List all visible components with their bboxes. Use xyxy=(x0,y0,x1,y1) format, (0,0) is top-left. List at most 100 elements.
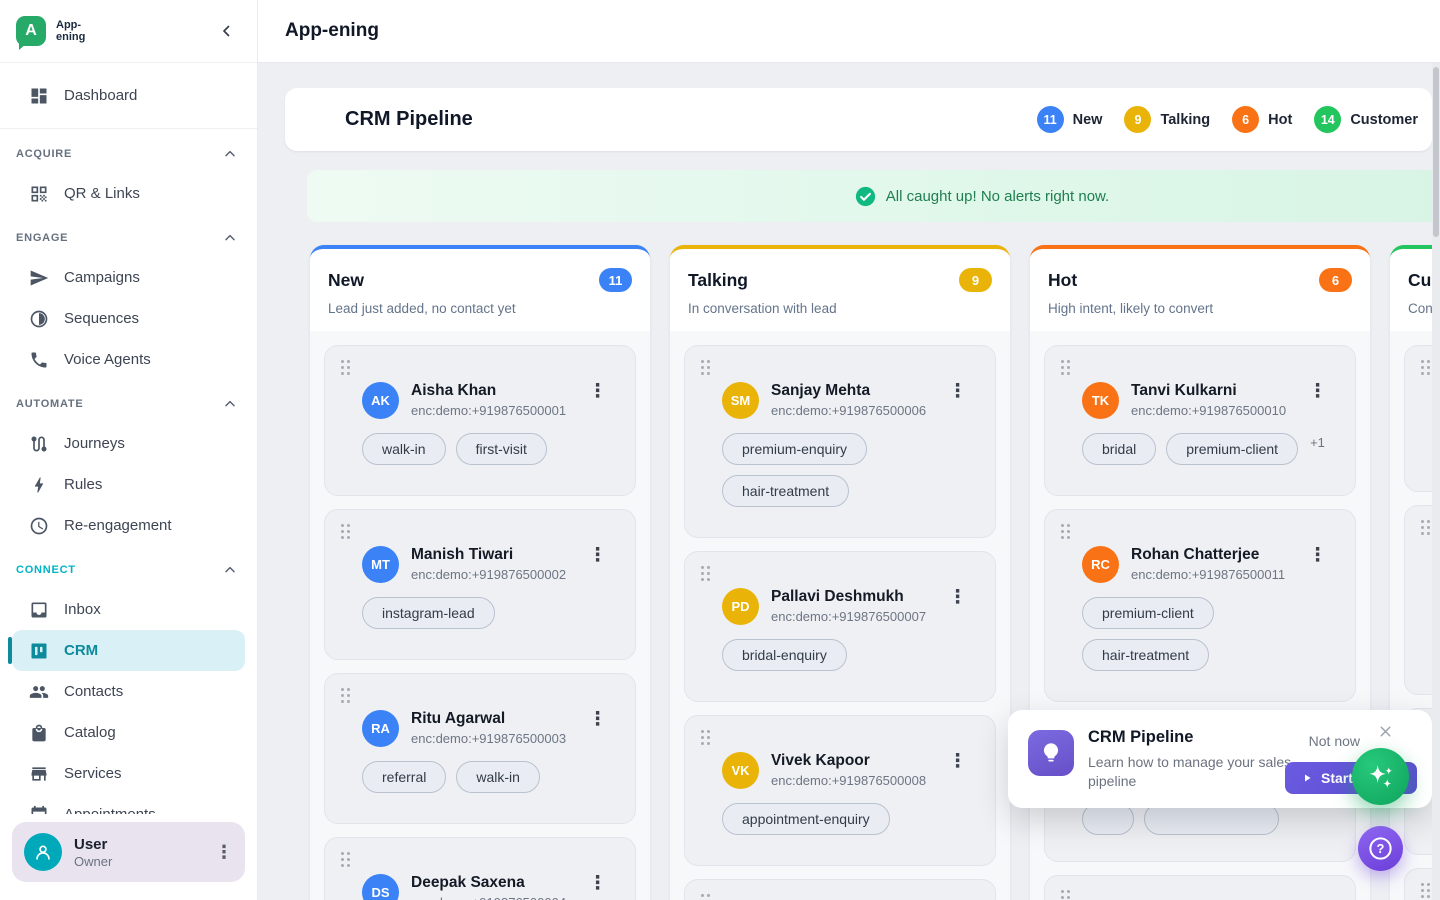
lead-card[interactable]: RA Ritu Agarwal enc:demo:+919876500003 ⋮ ref… xyxy=(324,673,636,824)
sidebar-item-journeys[interactable]: Journeys xyxy=(12,423,245,464)
drag-handle-icon[interactable] xyxy=(341,852,619,868)
kebab-menu-icon[interactable]: ⋮ xyxy=(1308,546,1327,565)
tag-pill[interactable]: bridal-enquiry xyxy=(722,639,847,671)
sidebar-item-label: Dashboard xyxy=(64,87,137,104)
pipeline-stat-hot: 6Hot xyxy=(1232,106,1292,133)
avatar: RA xyxy=(362,710,399,747)
sidebar-item-sequences[interactable]: Sequences xyxy=(12,298,245,339)
lead-card[interactable]: Nandini Shetty⋮ xyxy=(684,879,996,900)
lead-card[interactable]: TKTanvi Kulkarnienc:demo:+919876500010⋮b… xyxy=(1044,345,1356,496)
sidebar-item-contacts[interactable]: Contacts xyxy=(12,671,245,712)
drag-handle-icon[interactable] xyxy=(701,360,979,376)
lead-name: Rohan Chatterjee xyxy=(1131,546,1285,564)
tag-pill[interactable]: first-visit xyxy=(456,433,547,465)
sidebar-footer: User Owner ⋮ xyxy=(0,814,257,900)
pipeline-stat-customer: 14Customer xyxy=(1314,106,1418,133)
drag-handle-icon[interactable] xyxy=(341,360,619,376)
drag-handle-icon[interactable] xyxy=(1061,360,1339,376)
user-panel[interactable]: User Owner ⋮ xyxy=(12,822,245,882)
help-fab[interactable]: ? xyxy=(1358,826,1403,871)
sidebar-item-label: QR & Links xyxy=(64,185,140,202)
stat-label: Hot xyxy=(1268,112,1292,128)
vertical-scrollbar[interactable] xyxy=(1432,63,1440,900)
close-icon[interactable] xyxy=(1377,723,1394,740)
sidebar-item-services[interactable]: Services xyxy=(12,753,245,794)
section-label: ACQUIRE xyxy=(16,148,72,160)
sidebar-item-re-engagement[interactable]: Re-engagement xyxy=(12,505,245,546)
kebab-menu-icon[interactable]: ⋮ xyxy=(215,842,233,863)
drag-handle-icon[interactable] xyxy=(341,688,619,704)
sidebar-item-rules[interactable]: Rules xyxy=(12,464,245,505)
drag-handle-icon[interactable] xyxy=(1061,890,1339,900)
drag-handle-icon[interactable] xyxy=(1061,524,1339,540)
tag-pill[interactable]: walk-in xyxy=(456,761,540,793)
tag-pill[interactable]: hair-treatment xyxy=(722,475,849,507)
tag-pill[interactable]: premium-client xyxy=(1166,433,1298,465)
kebab-menu-icon[interactable]: ⋮ xyxy=(948,588,967,607)
kanban-icon xyxy=(29,641,49,661)
sidebar-item-voice-agents[interactable]: Voice Agents xyxy=(12,339,245,380)
tag-pill[interactable]: referral xyxy=(362,761,446,793)
sidebar-item-appointments[interactable]: Appointments xyxy=(12,794,245,814)
phone-icon xyxy=(29,350,49,370)
sidebar-item-inbox[interactable]: Inbox xyxy=(12,589,245,630)
lead-name: Ritu Agarwal xyxy=(411,710,566,728)
kebab-menu-icon[interactable]: ⋮ xyxy=(948,382,967,401)
question-mark-icon: ? xyxy=(1367,835,1394,862)
drag-handle-icon[interactable] xyxy=(701,566,979,582)
sidebar-item-qr-links[interactable]: QR & Links xyxy=(12,173,245,214)
lead-card[interactable]: PDPallavi Deshmukhenc:demo:+919876500007… xyxy=(684,551,996,702)
tag-pill[interactable]: instagram-lead xyxy=(362,597,495,629)
tag-list: instagram-lead xyxy=(362,597,605,629)
tag-pill[interactable]: premium-enquiry xyxy=(722,433,867,465)
sidebar-collapse-button[interactable] xyxy=(213,17,241,45)
sidebar-item-catalog[interactable]: Catalog xyxy=(12,712,245,753)
sidebar-logo-row: A App- ening xyxy=(0,0,257,63)
kebab-menu-icon[interactable]: ⋮ xyxy=(588,874,607,893)
lead-card[interactable]: RCRohan Chatterjeeenc:demo:+919876500011… xyxy=(1044,509,1356,702)
kebab-menu-icon[interactable]: ⋮ xyxy=(588,546,607,565)
sidebar-item-crm[interactable]: CRM xyxy=(12,630,245,671)
sidebar-section-engage[interactable]: ENGAGE xyxy=(0,219,257,257)
lead-phone: enc:demo:+919876500011 xyxy=(1131,567,1285,582)
sidebar-item-dashboard[interactable]: Dashboard xyxy=(12,75,245,116)
alert-text: All caught up! No alerts right now. xyxy=(886,188,1109,205)
lead-card[interactable]: SMSanjay Mehtaenc:demo:+919876500006⋮pre… xyxy=(684,345,996,538)
kebab-menu-icon[interactable]: ⋮ xyxy=(948,752,967,771)
sidebar-section-acquire[interactable]: ACQUIRE xyxy=(0,135,257,173)
kebab-menu-icon[interactable]: ⋮ xyxy=(588,710,607,729)
lead-card[interactable]: DSDeepak Saxenaenc:demo:+919876500004⋮ xyxy=(324,837,636,900)
tag-pill[interactable]: appointment-enquiry xyxy=(722,803,890,835)
tag-list: appointment-enquiry xyxy=(722,803,965,835)
sidebar-section-automate[interactable]: AUTOMATE xyxy=(0,385,257,423)
lead-phone: enc:demo:+919876500006 xyxy=(771,403,926,418)
tag-pill[interactable]: premium-client xyxy=(1082,597,1214,629)
drag-handle-icon[interactable] xyxy=(701,730,979,746)
sidebar-item-label: Contacts xyxy=(64,683,123,700)
sidebar-section-connect[interactable]: CONNECT xyxy=(0,551,257,589)
not-now-button[interactable]: Not now xyxy=(1309,733,1360,749)
avatar: SM xyxy=(722,382,759,419)
kebab-menu-icon[interactable]: ⋮ xyxy=(1308,382,1327,401)
drag-handle-icon[interactable] xyxy=(341,524,619,540)
lead-phone: enc:demo:+919876500003 xyxy=(411,731,566,746)
lead-card[interactable]: AKAisha Khanenc:demo:+919876500001⋮walk-… xyxy=(324,345,636,496)
sidebar-item-campaigns[interactable]: Campaigns xyxy=(12,257,245,298)
tag-pill[interactable]: bridal xyxy=(1082,433,1156,465)
lead-phone: enc:demo:+919876500004 xyxy=(411,895,566,900)
tag-pill[interactable]: walk-in xyxy=(362,433,446,465)
lead-card[interactable]: VKVivek Kapoorenc:demo:+919876500008⋮app… xyxy=(684,715,996,866)
stat-label: Talking xyxy=(1160,112,1210,128)
drag-handle-icon[interactable] xyxy=(701,894,979,900)
pipeline-header: CRM Pipeline 11New9Talking6Hot14Customer xyxy=(285,88,1432,151)
ai-assistant-fab[interactable] xyxy=(1352,748,1409,805)
lead-name: Manish Tiwari xyxy=(411,546,566,564)
lead-name: Vivek Kapoor xyxy=(771,752,926,770)
section-label: AUTOMATE xyxy=(16,398,83,410)
avatar: AK xyxy=(362,382,399,419)
lead-card[interactable]: MTManish Tiwarienc:demo:+919876500002⋮in… xyxy=(324,509,636,660)
kebab-menu-icon[interactable]: ⋮ xyxy=(588,382,607,401)
lead-card[interactable]: Amit Kumar⋮ xyxy=(1044,875,1356,900)
tag-pill[interactable]: hair-treatment xyxy=(1082,639,1209,671)
scrollbar-thumb[interactable] xyxy=(1433,67,1439,237)
